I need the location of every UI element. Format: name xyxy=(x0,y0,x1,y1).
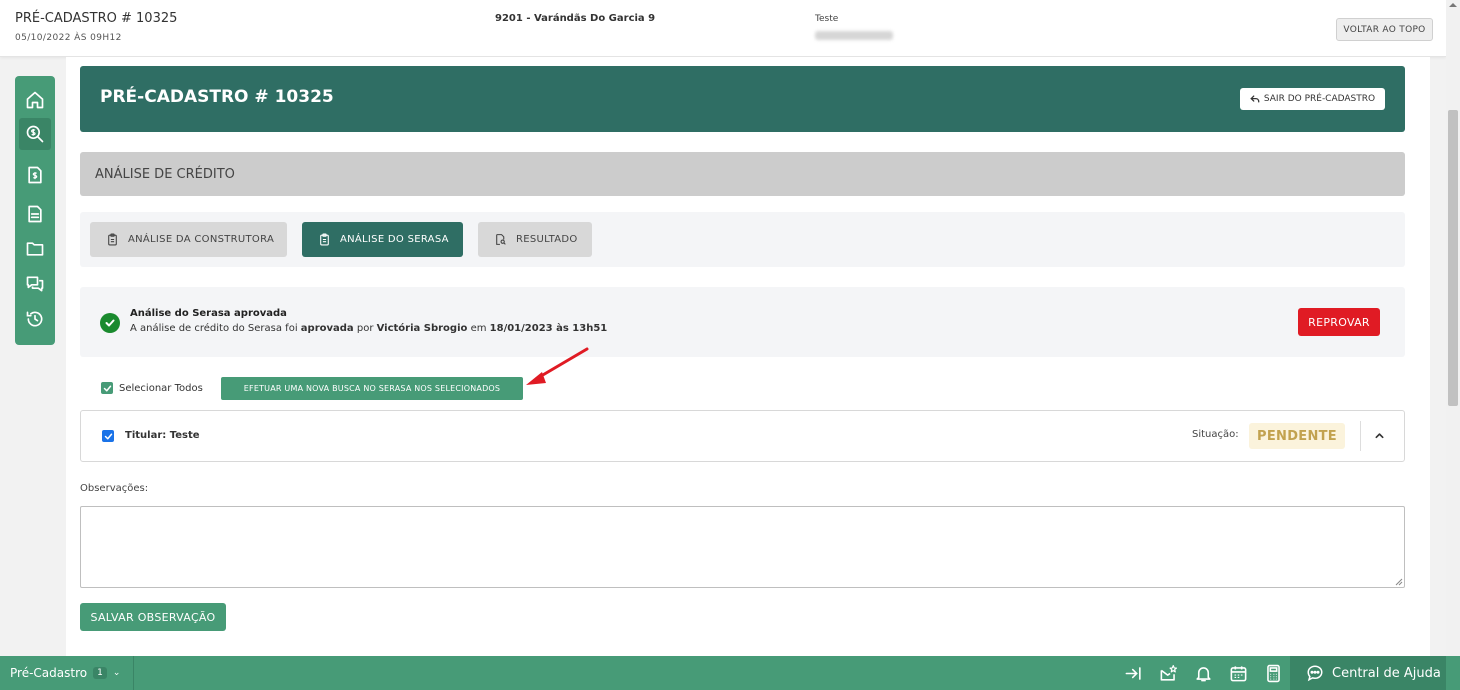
module-label: Pré-Cadastro xyxy=(10,666,88,680)
titular-row: Titular: Teste Situação: PENDENTE xyxy=(80,410,1405,462)
status-label: Situação: xyxy=(1192,429,1239,440)
save-observation-button[interactable]: SALVAR OBSERVAÇÃO xyxy=(80,603,226,631)
tab-serasa-label: ANÁLISE DO SERASA xyxy=(340,234,449,245)
select-all-checkbox[interactable] xyxy=(101,382,113,394)
calculator-icon[interactable] xyxy=(1263,663,1283,683)
help-center-label: Central de Ajuda xyxy=(1332,665,1441,681)
status-badge: PENDENTE xyxy=(1249,423,1345,449)
mail-star-icon[interactable] xyxy=(1158,663,1178,683)
help-chat-icon xyxy=(1307,665,1323,682)
folder-icon xyxy=(26,242,44,256)
tab-construtora-analysis[interactable]: ANÁLISE DA CONSTRUTORA xyxy=(90,222,287,257)
sidebar-item-credit-analysis[interactable] xyxy=(19,118,51,150)
tabs-bar: ANÁLISE DA CONSTRUTORA ANÁLISE DO SERASA… xyxy=(80,212,1405,267)
scrollbar-thumb[interactable] xyxy=(1448,110,1458,406)
sidebar-item-home[interactable] xyxy=(19,84,51,116)
header-date: 05/10/2022 ÀS 09H12 xyxy=(15,33,122,43)
back-to-top-button[interactable]: VOLTAR AO TOPO xyxy=(1336,18,1433,41)
clipboard-icon xyxy=(108,233,117,246)
reject-button[interactable]: REPROVAR xyxy=(1298,308,1380,336)
select-all-label: Selecionar Todos xyxy=(119,382,203,394)
sidebar-item-invoice[interactable] xyxy=(19,159,51,191)
sidebar-item-documents[interactable] xyxy=(19,198,51,230)
page-title: PRÉ-CADASTRO # 10325 xyxy=(100,87,334,107)
bottom-bar: Pré-Cadastro 1 ⌄ Central de Ajuda xyxy=(0,656,1460,690)
page-banner: PRÉ-CADASTRO # 10325 SAIR DO PRÉ-CADASTR… xyxy=(80,66,1405,132)
annotation-arrow-icon xyxy=(526,347,589,385)
home-icon xyxy=(26,91,44,109)
chevron-up-icon[interactable] xyxy=(1372,428,1386,442)
sidebar-item-messages[interactable] xyxy=(19,268,51,300)
money-search-icon xyxy=(26,125,44,143)
tab-result[interactable]: RESULTADO xyxy=(478,222,592,257)
approval-title: Análise do Serasa aprovada xyxy=(130,308,287,319)
chevron-down-icon: ⌄ xyxy=(112,668,121,678)
divider xyxy=(1360,421,1361,451)
select-all[interactable]: Selecionar Todos xyxy=(101,382,203,394)
invoice-icon xyxy=(28,166,42,184)
section-title: ANÁLISE DE CRÉDITO xyxy=(95,167,235,182)
observations-label: Observações: xyxy=(80,483,149,494)
header-title: PRÉ-CADASTRO # 10325 xyxy=(15,11,178,26)
top-header: PRÉ-CADASTRO # 10325 05/10/2022 ÀS 09H12… xyxy=(0,0,1446,57)
titular-label: Titular: Teste xyxy=(125,430,200,441)
new-serasa-search-button[interactable]: EFETUAR UMA NOVA BUSCA NO SERASA NOS SEL… xyxy=(221,377,523,400)
chat-icon xyxy=(26,276,44,292)
exit-precadastro-button[interactable]: SAIR DO PRÉ-CADASTRO xyxy=(1240,88,1385,110)
document-icon xyxy=(28,205,42,223)
collapse-panel-icon[interactable] xyxy=(1123,663,1143,683)
calendar-icon[interactable] xyxy=(1228,663,1248,683)
approval-text: A análise de crédito do Serasa foi aprov… xyxy=(130,323,608,334)
sidebar-item-folder[interactable] xyxy=(19,233,51,265)
tab-construtora-label: ANÁLISE DA CONSTRUTORA xyxy=(128,234,275,245)
approved-check-icon xyxy=(100,313,120,333)
module-count-badge: 1 xyxy=(93,667,107,679)
tab-serasa-analysis[interactable]: ANÁLISE DO SERASA xyxy=(302,222,463,257)
header-enterprise: 9201 - Varándãs Do Garcia 9 xyxy=(495,13,656,24)
header-user-name: Teste xyxy=(815,14,839,24)
credit-analysis-section: ANÁLISE DE CRÉDITO xyxy=(80,152,1405,196)
document-search-icon xyxy=(496,234,506,245)
exit-precadastro-label: SAIR DO PRÉ-CADASTRO xyxy=(1263,94,1376,104)
tab-result-label: RESULTADO xyxy=(516,234,578,245)
module-switcher[interactable]: Pré-Cadastro 1 ⌄ xyxy=(0,656,134,690)
header-blurred-info xyxy=(815,31,893,40)
help-center-button[interactable]: Central de Ajuda xyxy=(1290,656,1446,690)
titular-checkbox[interactable] xyxy=(102,430,114,442)
back-arrow-icon xyxy=(1250,95,1260,103)
resize-handle-icon[interactable] xyxy=(1395,578,1403,586)
approval-status-box: Análise do Serasa aprovada A análise de … xyxy=(80,287,1405,357)
bell-icon[interactable] xyxy=(1193,663,1213,683)
sidebar xyxy=(15,76,55,345)
observations-textarea[interactable] xyxy=(80,506,1405,588)
scroll-up-icon[interactable] xyxy=(1449,3,1457,7)
history-icon xyxy=(26,311,43,327)
clipboard-icon xyxy=(320,233,329,246)
sidebar-item-history[interactable] xyxy=(19,303,51,335)
